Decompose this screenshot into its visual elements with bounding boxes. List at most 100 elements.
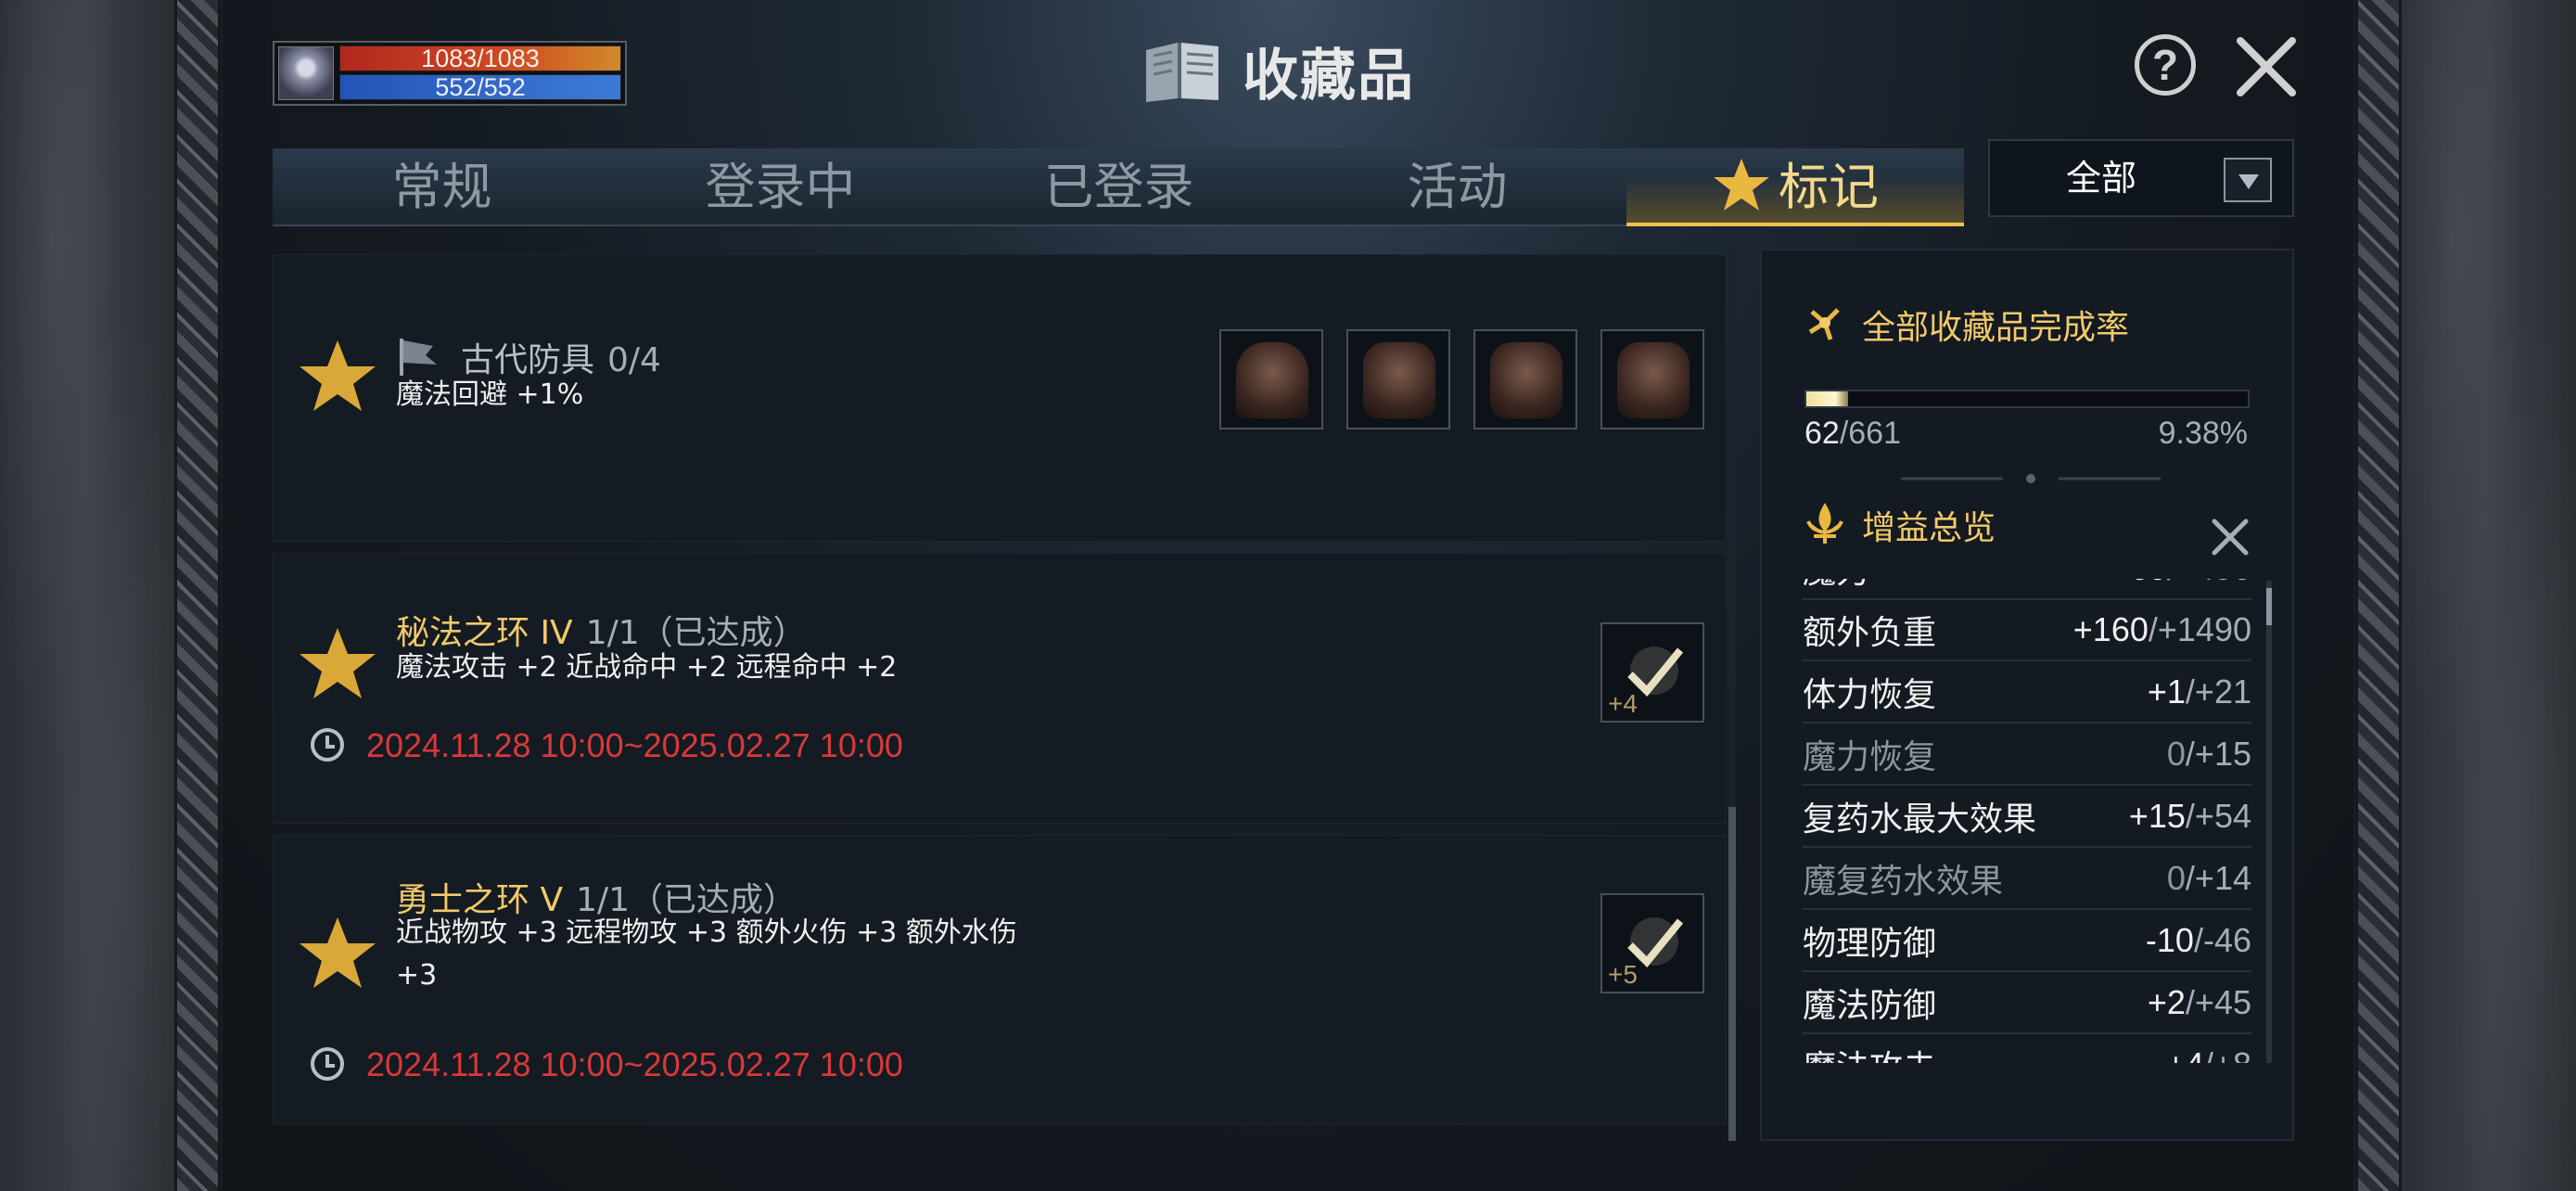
list-item[interactable]: 古代防具 0/4 魔法回避 +1% [273,254,1727,542]
buff-value: +60/+490 [2111,579,2251,588]
book-icon [1146,43,1218,102]
list-item[interactable]: 勇士之环 V 1/1（已达成） 近战物攻 +3 远程物攻 +3 额外火伤 +3 额… [273,835,1727,1124]
buff-current: +4 [2166,1045,2204,1064]
buff-row: 魔法攻击 +4/+8 [1803,1034,2251,1064]
buff-row: 魔法防御 +2/+45 [1803,972,2251,1034]
fleur-de-lis-icon [1806,503,1843,544]
collection-list: 古代防具 0/4 魔法回避 +1% 秘法之环 IV 1/1（已达成） 魔法攻击 +2… [273,249,1727,1141]
star-icon [1714,159,1769,211]
progress-fill [1806,391,1848,406]
buff-name: 魔法攻击 [1803,1041,1936,1064]
buff-total: /+54 [2185,796,2251,835]
buff-total: /+490 [2167,579,2251,587]
tab-marked-label: 标记 [1779,158,1879,216]
breastplate-icon [1490,342,1562,418]
tab-event[interactable]: 活动 [1288,148,1626,226]
buff-row: 额外负重 +160/+1490 [1803,599,2251,661]
buff-total: /+14 [2185,858,2251,897]
star-icon[interactable] [298,626,377,700]
braided-border-right [2355,0,2402,1191]
buff-current: 0 [2166,734,2186,773]
buff-name: 魔力恢复 [1803,737,1937,776]
completion-percent: 9.38% [2158,416,2248,451]
star-icon[interactable] [298,916,377,990]
total-count: /661 [1839,416,1902,451]
tab-registered[interactable]: 已登录 [950,148,1288,226]
page-title: 收藏品 [1243,43,1415,109]
buff-value: +2/+45 [2148,983,2251,1022]
buff-value: +160/+1490 [2073,610,2251,649]
buff-current: +1 [2147,672,2186,711]
scrollbar-thumb[interactable] [2266,588,2272,625]
buff-row: 魔复药水效果 0/+14 [1803,848,2251,910]
completion-progress-bar [1804,390,2250,408]
item-slot[interactable]: +4 [1600,622,1704,723]
buff-name: 魔法防御 [1803,986,1937,1025]
buff-row: 复药水最大效果 +15/+54 [1803,786,2251,848]
buff-name: 物理防御 [1803,924,1937,963]
completion-count: 62/661 [1804,416,1901,452]
buff-name: 魔力 [1803,579,1869,593]
buff-header: 增益总览 [1803,501,1996,549]
buff-row: 魔力 +60/+490 [1803,579,2251,600]
buff-scrollbar[interactable] [2266,581,2272,1063]
collection-period: 2024.11.28 10:00~2025.02.27 10:00 [311,726,903,765]
tab-marked[interactable]: 标记 [1626,148,1964,226]
star-icon[interactable] [298,339,377,413]
tab-registering[interactable]: 登录中 [611,148,950,226]
stone-wall-right [2400,0,2576,1191]
buff-current: +15 [2128,796,2186,835]
item-slot[interactable] [1600,329,1704,429]
buff-current: +60 [2111,579,2167,587]
close-icon[interactable] [2207,514,2253,560]
collection-period: 2024.11.28 10:00~2025.02.27 10:00 [311,1045,903,1084]
item-slot[interactable] [1219,329,1323,429]
clock-icon [311,1047,344,1082]
page-header: 收藏品 [1141,33,1415,109]
buff-name: 复药水最大效果 [1803,800,2037,839]
close-icon[interactable] [2233,33,2300,100]
braided-border-left [174,0,221,1191]
buff-total: /+8 [2204,1045,2251,1064]
summary-panel: 全部收藏品完成率 62/661 9.38% 增益总览 魔力 +60/+490 额外… [1760,249,2294,1141]
tunic-icon [1617,342,1690,418]
buff-current: +160 [2072,609,2149,648]
buff-name: 魔复药水效果 [1803,862,2004,901]
stone-wall-left [0,0,176,1191]
tab-general[interactable]: 常规 [273,148,611,226]
list-item[interactable]: 秘法之环 IV 1/1（已达成） 魔法攻击 +2 近战命中 +2 远程命中 +2 … [273,553,1727,824]
completion-header: 全部收藏品完成率 [1803,301,2129,349]
tab-bar: 常规 登录中 已登录 活动 标记 [273,148,1964,226]
enhance-level: +4 [1608,689,1638,718]
collected-count: 62 [1804,416,1840,451]
period-text: 2024.11.28 10:00~2025.02.27 10:00 [366,1045,903,1083]
buff-value: +15/+54 [2129,797,2251,836]
item-slot[interactable]: +5 [1600,893,1704,993]
scrollbar-thumb[interactable] [1728,807,1736,1141]
collection-effect: 近战物攻 +3 远程物攻 +3 额外火伤 +3 额外水伤 +3 [396,916,1017,992]
buff-row: 物理防御 -10/-46 [1803,910,2251,972]
mp-bar: 552/552 [339,74,621,100]
item-slot[interactable] [1473,329,1577,429]
filter-dropdown[interactable]: 全部 [1988,139,2294,217]
buff-list[interactable]: 魔力 +60/+490 额外负重 +160/+1490 体力恢复 +1/+21 魔力恢… [1762,579,2281,1063]
ornament-divider [1901,474,2161,483]
buff-total: /+21 [2185,672,2251,711]
item-slot[interactable] [1346,329,1450,429]
armor-icon [1363,342,1435,418]
player-status[interactable]: 1083/1083 552/552 [273,41,627,106]
enhance-level: +5 [1608,960,1638,989]
buff-current: +2 [2147,982,2186,1021]
sparkle-icon [1808,308,1840,340]
buff-value: +1/+21 [2148,672,2251,711]
list-scrollbar[interactable] [1728,250,1736,1141]
robe-icon [1236,342,1308,418]
buff-value: 0/+14 [2167,859,2251,898]
chevron-down-icon[interactable] [2224,158,2272,202]
buff-total: /+45 [2185,982,2251,1021]
collection-effect: 魔法攻击 +2 近战命中 +2 远程命中 +2 [396,651,898,684]
buff-value: +4/+8 [2166,1045,2251,1064]
help-button[interactable]: ? [2135,34,2196,96]
buff-row: 体力恢复 +1/+21 [1803,661,2251,724]
avatar [278,46,334,100]
